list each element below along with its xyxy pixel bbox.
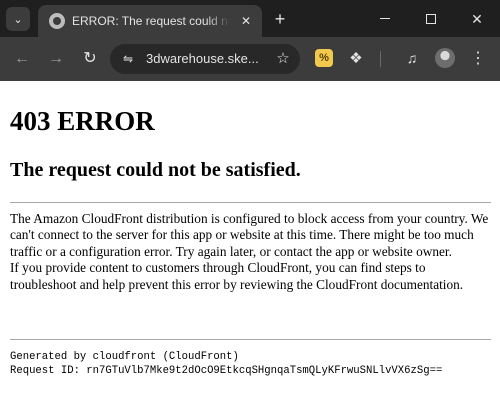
error-paragraph-1: The Amazon CloudFront distribution is co… (10, 211, 489, 259)
reload-button[interactable]: ↻ (78, 47, 102, 71)
honey-extension-icon: % (315, 49, 333, 67)
maximize-icon (426, 13, 436, 24)
request-id-text: Request ID: rn7GTuVlb7Mke9t2dOcO9EtkcqSH… (10, 364, 443, 377)
close-window-button[interactable]: ✕ (454, 0, 500, 37)
forward-button[interactable]: → (44, 47, 68, 71)
profile-avatar-icon (435, 48, 455, 68)
tune-icon[interactable]: ⇋ (120, 51, 136, 67)
request-footer: Generated by cloudfront (CloudFront) Requ… (10, 351, 495, 378)
tab-search-button[interactable]: ⌄ (6, 7, 30, 31)
close-icon: ✕ (471, 10, 483, 27)
toolbar-divider (380, 51, 381, 67)
reload-icon: ↻ (83, 50, 97, 67)
address-bar[interactable]: ⇋ 3dwarehouse.ske... ☆ (110, 44, 300, 74)
generated-by-text: Generated by cloudfront (CloudFront) (10, 351, 239, 363)
back-arrow-icon: ← (14, 50, 30, 67)
maximize-button[interactable] (408, 0, 454, 37)
minimize-button[interactable] (362, 0, 408, 37)
minimize-icon (380, 18, 390, 19)
url-text[interactable]: 3dwarehouse.ske... (146, 51, 270, 67)
globe-icon (49, 13, 65, 29)
tab-close-icon[interactable]: ✕ (238, 13, 254, 29)
honey-extension-button[interactable]: % (314, 48, 334, 68)
active-tab[interactable]: ERROR: The request could not be satisfie… (38, 5, 262, 37)
new-tab-button[interactable]: + (268, 7, 292, 31)
error-subtitle: The request could not be satisfied. (10, 159, 301, 181)
media-control-button[interactable]: ♫ (402, 48, 422, 68)
divider-bottom (10, 339, 491, 340)
tab-title: ERROR: The request could not be satisfie… (72, 14, 230, 28)
kebab-menu-icon: ⋮ (470, 50, 486, 67)
profile-button[interactable] (435, 48, 455, 68)
page-title: 403 ERROR (10, 106, 155, 136)
forward-arrow-icon: → (48, 50, 64, 67)
media-control-icon: ♫ (406, 50, 418, 66)
back-button[interactable]: ← (10, 47, 34, 71)
tab-strip: ⌄ ERROR: The request could not be satisf… (0, 0, 500, 37)
extensions-button[interactable]: ❖ (346, 48, 366, 68)
error-description: The Amazon CloudFront distribution is co… (10, 211, 491, 293)
error-paragraph-2: If you provide content to customers thro… (10, 260, 464, 292)
page-content: 403 ERROR The request could not be satis… (0, 81, 500, 405)
extensions-puzzle-icon: ❖ (349, 50, 363, 67)
browser-toolbar: ← → ↻ ⇋ 3dwarehouse.ske... ☆ % ❖ ♫ ⋮ (0, 37, 500, 81)
chevron-down-icon: ⌄ (13, 13, 23, 26)
plus-icon: + (274, 9, 286, 29)
bookmark-star-icon[interactable]: ☆ (274, 50, 292, 68)
menu-button[interactable]: ⋮ (468, 48, 488, 68)
divider-top (10, 202, 491, 203)
